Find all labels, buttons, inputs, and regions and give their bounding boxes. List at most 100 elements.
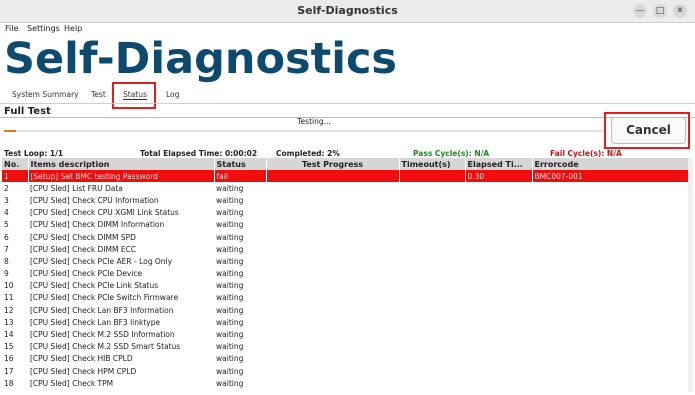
table-row[interactable]: 6 [CPU Sled] Check DIMM SPD waiting [2,231,688,243]
cell-description: [CPU Sled] Check CPU XGMI Link Status [30,208,179,218]
cell-no: 2 [4,183,9,193]
cell-errorcode [532,255,688,267]
column-header-status[interactable]: Status [214,158,267,170]
close-icon[interactable]: ✕ [673,4,687,18]
cell-test-progress [266,377,399,389]
column-header-test-progress[interactable]: Test Progress [266,158,400,170]
test-results-table: No. Items description Status Test Progre… [2,158,689,389]
table-row[interactable]: 15 [CPU Sled] Check M.2 SSD Smart Status w… [2,341,688,353]
table-row[interactable]: 12 [CPU Sled] Check Lan BF3 Information wa… [2,304,688,316]
cell-description: [CPU Sled] Check PCIe Link Status [30,281,159,291]
cell-timeout [399,194,465,206]
cell-no: 14 [4,330,14,340]
cell-no: 4 [4,208,9,218]
cell-description: [CPU Sled] Check PCIe Device [30,269,143,279]
column-header-timeout[interactable]: Timeout(s) [399,158,466,170]
cell-errorcode [532,243,688,255]
cell-errorcode [532,231,688,243]
minimize-icon[interactable]: — [633,4,647,18]
cell-timeout [399,365,465,377]
column-header-elapsed-time[interactable]: Elapsed Ti... [465,158,533,170]
cell-elapsed-time [465,316,532,328]
cell-elapsed-time [465,328,532,340]
cell-status: waiting [216,342,244,352]
cell-no: 11 [4,293,14,303]
cell-test-progress [266,328,399,340]
cell-description: [CPU Sled] Check DIMM Information [30,220,165,230]
cell-no: 1 [2,170,29,183]
column-header-items-description[interactable]: Items description [28,158,215,170]
cell-timeout [399,292,465,304]
tab-log[interactable]: Log [166,90,179,99]
cell-errorcode [532,292,688,304]
table-row[interactable]: 4 [CPU Sled] Check CPU XGMI Link Status wa… [2,207,688,219]
cell-elapsed-time [465,182,532,194]
cell-status: waiting [216,256,244,266]
tab-bar: System Summary Test Status Log [0,88,695,102]
cell-errorcode [532,280,688,292]
tab-system-summary[interactable]: System Summary [12,90,79,99]
table-row[interactable]: 13 [CPU Sled] Check Lan BF3 linktype waiti… [2,316,688,328]
cell-elapsed-time [465,219,532,231]
table-row[interactable]: 11 [CPU Sled] Check PCIe Switch Firmware w… [2,292,688,304]
cell-no: 12 [4,305,14,315]
divider [0,103,695,104]
window-title: Self-Diagnostics [297,4,398,17]
cell-test-progress [266,316,399,328]
cell-status: waiting [216,244,244,254]
table-row[interactable]: 10 [CPU Sled] Check PCIe Link Status waiti… [2,280,688,292]
cell-elapsed-time [465,365,532,377]
table-row[interactable]: 8 [CPU Sled] Check PCIe AER - Log Only wai… [2,255,688,267]
cell-description: [CPU Sled] Check PCIe Switch Firmware [30,293,179,303]
cell-description: [CPU Sled] List FRU Data [30,183,123,193]
cell-errorcode [532,328,688,340]
cell-elapsed-time [465,292,532,304]
cell-elapsed-time [465,353,532,365]
cell-timeout [399,341,465,353]
cell-test-progress [266,292,399,304]
elapsed-time-label: Total Elapsed Time: 0:00:02 [140,149,258,158]
menu-settings[interactable]: Settings [27,24,60,33]
cell-status: waiting [216,195,244,205]
completed-label: Completed: 2% [276,149,340,158]
window-titlebar: Self-Diagnostics — □ ✕ [0,0,695,23]
table-row[interactable]: 1 [Setup] Set BMC testing Password fail 0.3… [2,170,688,183]
table-row[interactable]: 2 [CPU Sled] List FRU Data waiting [2,182,688,194]
menu-file[interactable]: File [5,24,18,33]
tab-test[interactable]: Test [91,90,106,99]
table-row[interactable]: 3 [CPU Sled] Check CPU Information waiting [2,194,688,206]
table-row[interactable]: 5 [CPU Sled] Check DIMM Information waitin… [2,219,688,231]
cell-test-progress [266,304,399,316]
cell-elapsed-time [465,280,532,292]
cell-errorcode [532,341,688,353]
menu-help[interactable]: Help [64,24,82,33]
table-scrollbar[interactable] [688,158,693,392]
cell-timeout [399,243,465,255]
cell-errorcode [532,377,688,389]
column-header-no[interactable]: No. [2,158,29,170]
cell-errorcode [532,182,688,194]
cell-elapsed-time [465,304,532,316]
maximize-icon[interactable]: □ [653,4,667,18]
cell-description: [CPU Sled] Check PCIe AER - Log Only [30,256,173,266]
table-row[interactable]: 9 [CPU Sled] Check PCIe Device waiting [2,268,688,280]
cell-description: [CPU Sled] Check HPM CPLD [30,366,137,376]
cell-timeout [399,219,465,231]
column-header-errorcode[interactable]: Errorcode [532,158,689,170]
cell-elapsed-time [465,231,532,243]
table-row[interactable]: 7 [CPU Sled] Check DIMM ECC waiting [2,243,688,255]
cell-test-progress [266,280,399,292]
cell-no: 17 [4,366,14,376]
cell-description: [Setup] Set BMC testing Password [28,170,215,183]
cell-description: [CPU Sled] Check Lan BF3 linktype [30,317,161,327]
table-row[interactable]: 14 [CPU Sled] Check M.2 SSD Information wa… [2,328,688,340]
cell-status: waiting [216,220,244,230]
cell-test-progress [266,231,399,243]
cell-description: [CPU Sled] Check CPU Information [30,195,159,205]
table-row[interactable]: 18 [CPU Sled] Check TPM waiting [2,377,688,389]
table-row[interactable]: 17 [CPU Sled] Check HPM CPLD waiting [2,365,688,377]
table-row[interactable]: 16 [CPU Sled] Check HIB CPLD waiting [2,353,688,365]
cell-timeout [399,353,465,365]
cell-no: 9 [4,269,9,279]
cell-description: [CPU Sled] Check Lan BF3 Information [30,305,174,315]
